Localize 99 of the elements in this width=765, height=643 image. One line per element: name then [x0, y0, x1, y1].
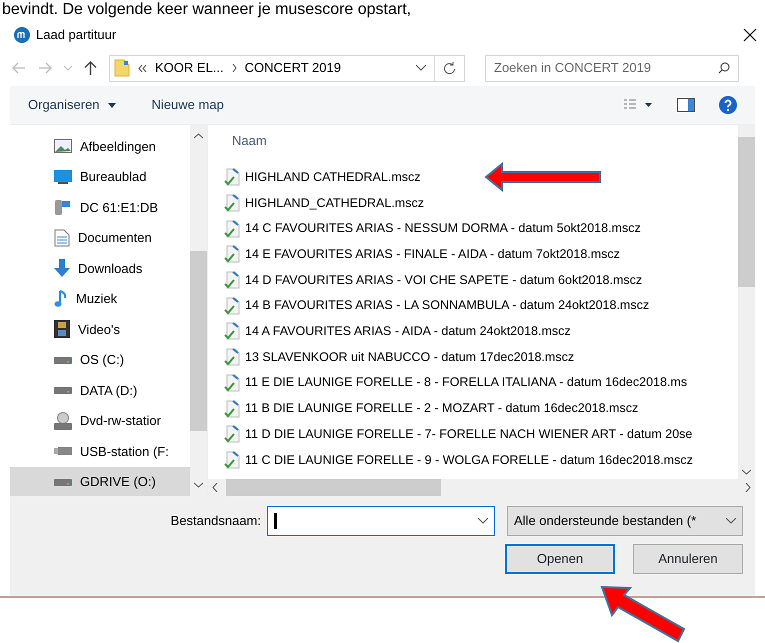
filename-field[interactable]: [267, 506, 495, 536]
scrollbar[interactable]: [190, 125, 207, 496]
score-file-icon: [224, 374, 240, 392]
download-arrow-icon: [54, 259, 70, 278]
file-name: 11 B DIE LAUNIGE FORELLE - 2 - MOZART - datum 16dec2018.mscz: [245, 400, 638, 418]
up-arrow-icon[interactable]: [84, 61, 97, 75]
document-icon: [54, 228, 70, 247]
sidebar-item[interactable]: Downloads: [10, 253, 190, 284]
file-item[interactable]: HIGHLAND CATHEDRAL.mscz: [224, 164, 738, 190]
score-file-icon: [224, 450, 240, 469]
score-file-icon: [224, 245, 240, 264]
score-file-icon: [224, 168, 240, 186]
scrollbar[interactable]: [738, 125, 755, 479]
file-name: 11 C DIE LAUNIGE FORELLE - 9 - WOLGA FORELLE - datum 16dec2018.mscz: [245, 452, 693, 469]
sidebar-item[interactable]: Video's: [10, 314, 190, 344]
scroll-left-icon[interactable]: [212, 483, 218, 492]
address-bar[interactable]: KOOR EL... CONCERT 2019: [109, 54, 465, 82]
file-item[interactable]: 14 D FAVOURITES ARIAS - VOI CHE SAPETE - datum 6okt2018.mscz: [224, 267, 738, 293]
score-file-icon: [224, 194, 240, 212]
file-name: 14 A FAVOURITES ARIAS - AIDA - datum 24okt2018.mscz: [245, 323, 571, 340]
score-file-icon: [224, 400, 240, 418]
usb-drive-icon: [54, 447, 72, 456]
sidebar-item[interactable]: DATA (D:): [10, 375, 190, 406]
scroll-right-icon[interactable]: [745, 483, 751, 492]
drive-icon: [54, 476, 72, 487]
chevron-double-left-icon: [138, 64, 147, 72]
sidebar-item[interactable]: Muziek: [10, 284, 190, 314]
file-name: 14 C FAVOURITES ARIAS - NESSUM DORMA - datum 5okt2018.mscz: [245, 220, 641, 238]
score-file-icon: [224, 220, 240, 238]
file-item[interactable]: 14 C FAVOURITES ARIAS - NESSUM DORMA - datum 5okt2018.mscz: [224, 216, 738, 242]
sidebar-item[interactable]: OS (C:): [10, 344, 190, 375]
monitor-icon: [54, 170, 72, 184]
file-item[interactable]: 11 E DIE LAUNIGE FORELLE - 8 - FORELLA ITALIANA - datum 16dec2018.ms: [224, 370, 738, 396]
chevron-right-icon: [232, 64, 237, 72]
scroll-thumb[interactable]: [226, 479, 441, 496]
app-logo-icon: [14, 27, 30, 43]
refresh-icon[interactable]: [443, 62, 456, 74]
disc-drive-icon: [54, 412, 72, 430]
toolbar-button[interactable]: Nieuwe map: [152, 95, 224, 115]
sidebar-item[interactable]: GDRIVE (O:): [10, 466, 190, 496]
file-name: 14 B FAVOURITES ARIAS - LA SONNAMBULA - datum 24okt2018.mscz: [245, 297, 650, 314]
help-icon[interactable]: [719, 96, 737, 114]
file-name: 11 D DIE LAUNIGE FORELLE - 7- FORELLE NACH WIENER ART - datum 20se: [245, 426, 692, 443]
sidebar-item[interactable]: Dvd-rw-statior: [10, 406, 190, 436]
score-file-icon: [224, 271, 240, 290]
preview-pane-icon[interactable]: [677, 98, 695, 112]
scroll-thumb[interactable]: [738, 137, 755, 287]
folder-icon: [114, 59, 130, 77]
score-file-icon: [224, 348, 240, 366]
file-item[interactable]: 11 D DIE LAUNIGE FORELLE - 7- FORELLE NACH WIENER ART - datum 20se: [224, 421, 738, 448]
file-item[interactable]: HIGHLAND_CATHEDRAL.mscz: [224, 190, 738, 216]
search-field[interactable]: Zoeken in CONCERT 2019: [485, 54, 739, 82]
sidebar-item[interactable]: Afbeeldingen: [10, 131, 190, 162]
file-item[interactable]: 11 B DIE LAUNIGE FORELLE - 2 - MOZART - datum 16dec2018.mscz: [224, 396, 738, 422]
filename-label: Bestandsnaam:: [170, 512, 261, 530]
view-options-icon[interactable]: [623, 99, 653, 111]
music-note-icon: [54, 290, 68, 308]
column-header[interactable]: Naam: [224, 125, 738, 164]
chevron-down-icon[interactable]: [416, 65, 426, 71]
breadcrumb-item[interactable]: KOOR EL...: [155, 58, 224, 78]
dialog-button[interactable]: Annuleren: [633, 544, 743, 574]
file-name: 14 D FAVOURITES ARIAS - VOI CHE SAPETE - datum 6okt2018.mscz: [245, 272, 642, 289]
picture-icon: [54, 139, 72, 154]
chevron-down-icon[interactable]: [478, 518, 488, 524]
file-item[interactable]: 14 A FAVOURITES ARIAS - AIDA - datum 24okt2018.mscz: [224, 318, 738, 344]
window-title: Laad partituur: [36, 26, 118, 44]
score-file-icon: [224, 425, 240, 444]
scroll-down-icon[interactable]: [194, 482, 203, 488]
chevron-down-icon: [726, 518, 736, 524]
file-name: HIGHLAND CATHEDRAL.mscz: [245, 168, 420, 186]
file-item[interactable]: 13 SLAVENKOOR uit NABUCCO - datum 17dec2018.mscz: [224, 344, 738, 370]
file-name: 14 E FAVOURITES ARIAS - FINALE - AIDA - datum 7okt2018.mscz: [245, 246, 620, 264]
sidebar-item[interactable]: Documenten: [10, 222, 190, 253]
file-name: HIGHLAND_CATHEDRAL.mscz: [245, 194, 424, 212]
file-item[interactable]: 14 B FAVOURITES ARIAS - LA SONNAMBULA - datum 24okt2018.mscz: [224, 292, 738, 319]
search-icon: [718, 62, 730, 74]
sidebar-item[interactable]: USB-station (F:: [10, 436, 190, 466]
score-file-icon: [224, 296, 240, 315]
drive-icon: [54, 354, 72, 365]
score-file-icon: [224, 322, 240, 340]
file-item[interactable]: 14 E FAVOURITES ARIAS - FINALE - AIDA - datum 7okt2018.mscz: [224, 242, 738, 268]
caret-down-icon: [108, 102, 116, 108]
file-type-dropdown[interactable]: Alle ondersteunde bestanden (*: [507, 506, 743, 536]
drive-icon: [54, 385, 72, 396]
file-name: 13 SLAVENKOOR uit NABUCCO - datum 17dec2018.mscz: [245, 348, 574, 366]
scroll-thumb[interactable]: [190, 250, 207, 430]
sidebar-item[interactable]: Bureaublad: [10, 162, 190, 192]
toolbar-button[interactable]: Organiseren: [28, 95, 116, 115]
close-icon[interactable]: [743, 28, 757, 42]
dialog-button[interactable]: Openen: [505, 544, 615, 574]
film-icon: [54, 320, 70, 338]
scroll-up-icon[interactable]: [194, 133, 203, 139]
file-name: 11 E DIE LAUNIGE FORELLE - 8 - FORELLA ITALIANA - datum 16dec2018.ms: [245, 374, 688, 392]
breadcrumb-item[interactable]: CONCERT 2019: [244, 58, 341, 78]
device-icon: [54, 198, 72, 216]
scroll-down-icon[interactable]: [742, 469, 751, 475]
caption-text: bevindt. De volgende keer wanneer je musescore opstart,: [1, 0, 412, 20]
file-item[interactable]: 11 C DIE LAUNIGE FORELLE - 9 - WOLGA FORELLE - datum 16dec2018.mscz: [224, 447, 738, 473]
sidebar-item[interactable]: DC 61:E1:DB: [10, 192, 190, 222]
